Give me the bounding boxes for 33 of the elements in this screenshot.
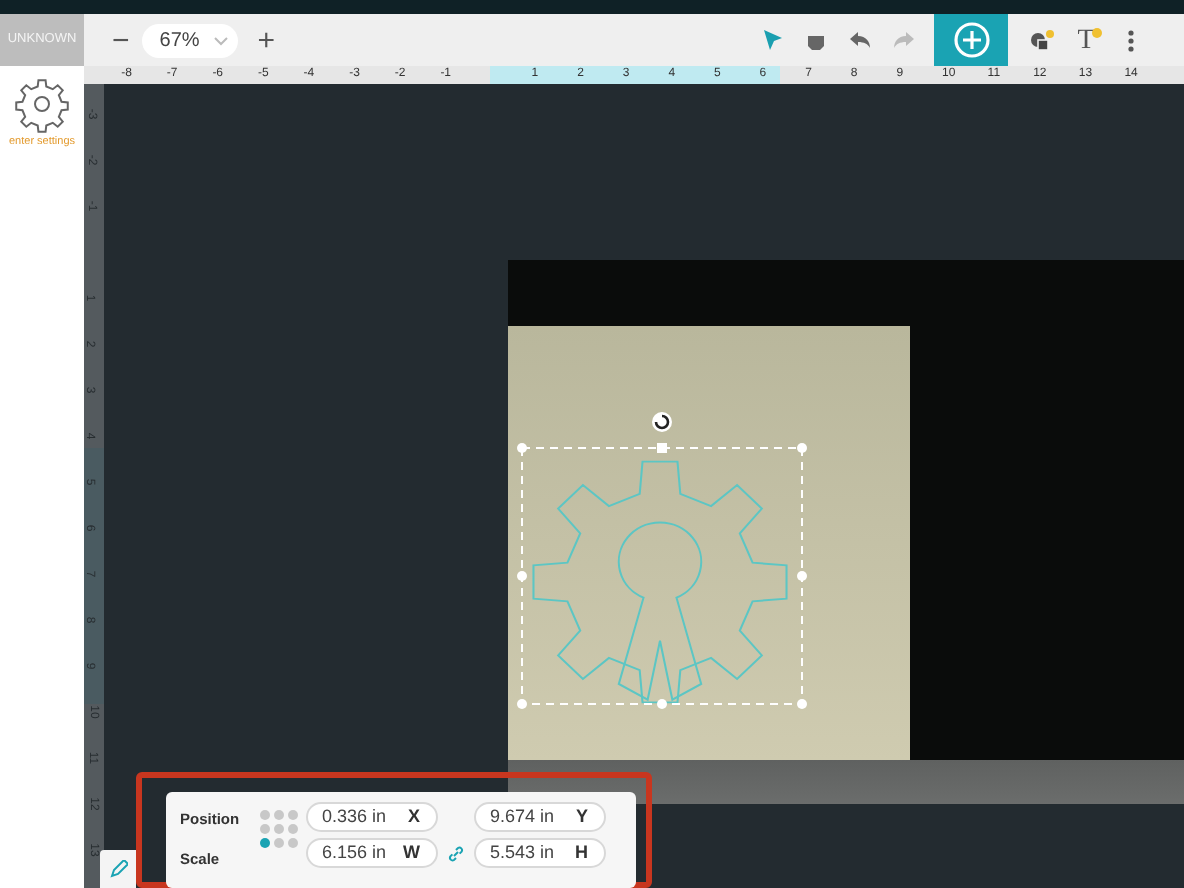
hand-icon: [806, 31, 826, 49]
zoom-in-button[interactable]: +: [245, 25, 288, 55]
redo-icon: [894, 32, 914, 48]
anchor-point[interactable]: [274, 810, 284, 820]
zoom-out-button[interactable]: −: [100, 25, 142, 55]
plus-circle-icon: [953, 22, 989, 58]
link-icon[interactable]: [448, 845, 464, 861]
dimension-field[interactable]: 0.336 in X: [306, 802, 438, 832]
pencil-icon: [109, 860, 127, 878]
anchor-point[interactable]: [260, 824, 270, 834]
caret-icon: [213, 35, 228, 45]
kebab-menu-icon: [1127, 29, 1133, 51]
dimension-field[interactable]: 6.156 in W: [306, 838, 438, 868]
add-button[interactable]: [934, 14, 1008, 66]
dimension-field[interactable]: 5.543 in H: [474, 838, 606, 868]
zoom-dropdown[interactable]: 67%: [141, 23, 238, 57]
pointer-icon: [763, 30, 781, 50]
anchor-point[interactable]: [274, 838, 284, 848]
anchor-point[interactable]: [260, 838, 270, 848]
dimension-field[interactable]: 9.674 in Y: [474, 802, 606, 832]
badge-dot-icon: [1092, 28, 1102, 38]
shapes-icon: [1030, 29, 1054, 51]
undo-icon: [850, 32, 870, 48]
edit-tool-button[interactable]: [100, 850, 136, 888]
anchor-point[interactable]: [274, 824, 284, 834]
gear-design-drawing[interactable]: [532, 460, 788, 704]
gear-outline-icon: [14, 77, 70, 134]
rotate-handle-icon[interactable]: [652, 412, 672, 432]
anchor-point[interactable]: [288, 838, 298, 848]
selection-frame[interactable]: [517, 443, 807, 709]
anchor-point[interactable]: [288, 824, 298, 834]
anchor-point[interactable]: [288, 810, 298, 820]
anchor-point[interactable]: [260, 810, 270, 820]
